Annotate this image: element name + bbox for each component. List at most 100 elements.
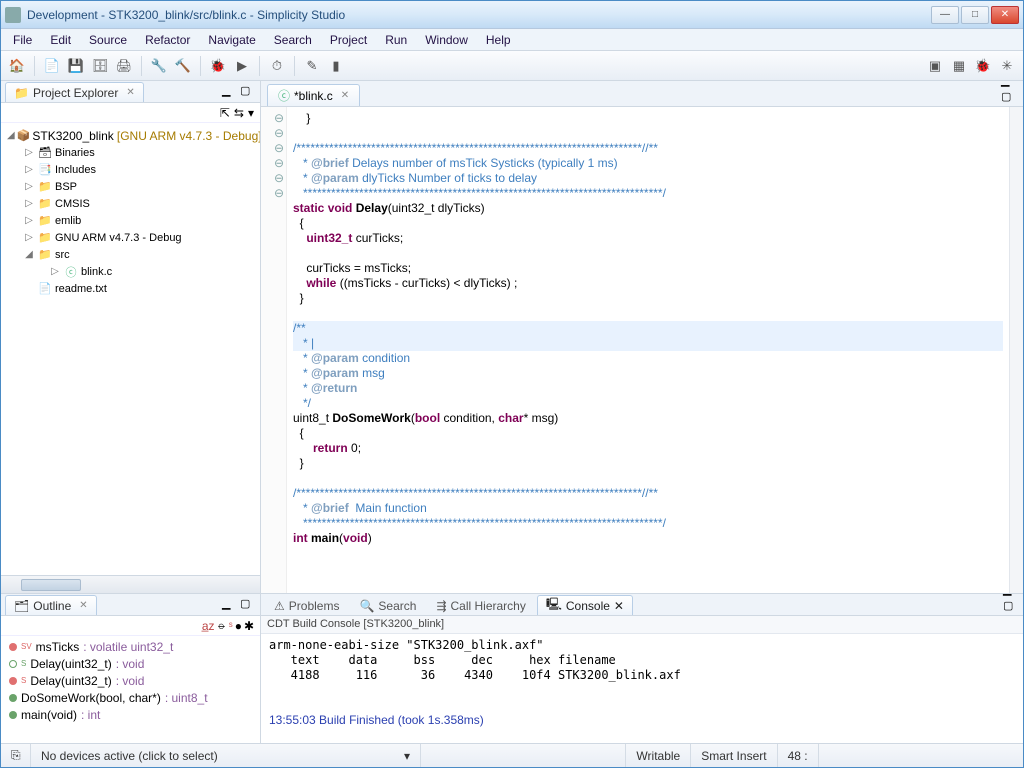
collapse-all-icon[interactable]: ⇱ (220, 106, 230, 120)
folder-icon: 📁 (37, 197, 53, 210)
menu-navigate[interactable]: Navigate (200, 31, 263, 49)
tree-item[interactable]: ▷ⓒblink.c (3, 263, 258, 280)
close-icon[interactable]: ✕ (79, 600, 87, 611)
expand-icon[interactable]: ▷ (49, 266, 61, 277)
tree-item[interactable]: ▷📁CMSIS (3, 195, 258, 212)
filter-icon[interactable]: ✱ (244, 619, 254, 633)
minimize-view-icon[interactable]: ▁ (222, 84, 238, 100)
hide-static-icon[interactable]: ˢ (229, 619, 233, 633)
outline-item[interactable]: main(void) : int (3, 706, 258, 723)
profile-icon[interactable]: ⏱ (267, 56, 287, 76)
status-icon[interactable]: ⎘ (1, 744, 31, 767)
visibility-icon (9, 677, 17, 685)
code-body[interactable]: } /*************************************… (287, 107, 1009, 593)
status-position: 48 : (778, 744, 819, 767)
menu-help[interactable]: Help (478, 31, 519, 49)
expand-icon[interactable]: ▷ (23, 147, 35, 158)
perspective-icon-1[interactable]: ▣ (925, 56, 945, 76)
minimize-editor-icon[interactable]: ▁ (1001, 74, 1017, 90)
maximize-view-icon[interactable]: ▢ (240, 597, 256, 613)
tab-search[interactable]: 🔍Search (350, 595, 425, 615)
print-icon[interactable]: 🖨 (114, 56, 134, 76)
maximize-editor-icon[interactable]: ▢ (1001, 90, 1017, 106)
debug-persp-icon[interactable]: 🐞 (973, 56, 993, 76)
tree-item[interactable]: ▷📑Includes (3, 161, 258, 178)
run-icon[interactable]: ▶ (232, 56, 252, 76)
editor-tab-blink[interactable]: ⓒ *blink.c ✕ (267, 84, 360, 106)
code-editor[interactable]: ⊖⊖⊖⊖⊖⊖ } /******************************… (261, 107, 1023, 593)
overview-ruler[interactable] (1009, 107, 1023, 593)
hide-fields-icon[interactable]: ⦵ (217, 618, 227, 633)
tab-call-hierarchy[interactable]: ⇶Call Hierarchy (427, 595, 534, 615)
folder-icon: 📁 (37, 248, 53, 261)
menu-file[interactable]: File (5, 31, 40, 49)
tab-console[interactable]: 🖳Console✕ (537, 595, 633, 615)
horizontal-scrollbar[interactable] (1, 575, 260, 593)
expand-icon[interactable]: ▷ (23, 164, 35, 175)
tree-item[interactable]: ◢📁src (3, 246, 258, 263)
tree-item[interactable]: ▷📁BSP (3, 178, 258, 195)
maximize-view-icon[interactable]: ▢ (240, 84, 256, 100)
save-all-icon[interactable]: 🗄 (90, 56, 110, 76)
block-icon[interactable]: ▮ (326, 56, 346, 76)
perspective-icon-2[interactable]: ▦ (949, 56, 969, 76)
project-explorer-title: Project Explorer (33, 86, 118, 100)
expand-icon[interactable]: ▷ (23, 181, 35, 192)
close-button[interactable]: ✕ (991, 6, 1019, 24)
sort-az-icon[interactable]: a̲z (202, 619, 215, 633)
outline-item[interactable]: SDelay(uint32_t) : void (3, 655, 258, 672)
tree-item[interactable]: ▷📁GNU ARM v4.7.3 - Debug (3, 229, 258, 246)
close-icon[interactable]: ✕ (614, 599, 624, 613)
hide-nonpublic-icon[interactable]: ● (235, 619, 242, 633)
toggle-icon[interactable]: ✎ (302, 56, 322, 76)
expand-icon[interactable]: ▷ (23, 232, 35, 243)
minimize-button[interactable]: — (931, 6, 959, 24)
outline-item[interactable]: SVmsTicks : volatile uint32_t (3, 638, 258, 655)
tab-problems[interactable]: ⚠Problems (265, 595, 348, 615)
tree-item[interactable]: 📄readme.txt (3, 280, 258, 297)
status-device[interactable]: No devices active (click to select)▾ (31, 744, 421, 767)
menu-source[interactable]: Source (81, 31, 135, 49)
menu-project[interactable]: Project (322, 31, 375, 49)
outline-tab[interactable]: 🗂 Outline ✕ (5, 595, 97, 615)
menu-run[interactable]: Run (377, 31, 415, 49)
hammer-icon[interactable]: 🔨 (173, 56, 193, 76)
build-icon[interactable]: 🔧 (149, 56, 169, 76)
menu-refactor[interactable]: Refactor (137, 31, 198, 49)
collapse-icon[interactable]: ◢ (7, 130, 15, 141)
editor-gutter[interactable]: ⊖⊖⊖⊖⊖⊖ (261, 107, 287, 593)
visibility-icon (9, 694, 17, 702)
menu-search[interactable]: Search (266, 31, 320, 49)
minimize-view-icon[interactable]: ▁ (222, 597, 238, 613)
outline-list[interactable]: SVmsTicks : volatile uint32_tSDelay(uint… (1, 636, 260, 743)
maximize-view-icon[interactable]: ▢ (1003, 599, 1019, 615)
tree-item[interactable]: ▷🗃Binaries (3, 144, 258, 161)
save-icon[interactable]: 💾 (66, 56, 86, 76)
outline-item[interactable]: SDelay(uint32_t) : void (3, 672, 258, 689)
search-icon: 🔍 (359, 599, 374, 613)
expand-icon[interactable]: ▷ (23, 215, 35, 226)
maximize-button[interactable]: □ (961, 6, 989, 24)
home-icon[interactable]: 🏠 (7, 56, 27, 76)
tree-item[interactable]: ▷📁emlib (3, 212, 258, 229)
collapse-icon[interactable]: ◢ (23, 249, 35, 260)
new-icon[interactable]: 📄 (42, 56, 62, 76)
menu-window[interactable]: Window (417, 31, 476, 49)
folder-icon: 📁 (37, 231, 53, 244)
debug-icon[interactable]: 🐞 (208, 56, 228, 76)
outline-item[interactable]: DoSomeWork(bool, char*) : uint8_t (3, 689, 258, 706)
console-output[interactable]: arm-none-eabi-size "STK3200_blink.axf" t… (261, 634, 1023, 743)
close-icon[interactable]: ✕ (341, 90, 349, 101)
expand-icon[interactable]: ▷ (23, 198, 35, 209)
project-tree[interactable]: ◢ 📦 STK3200_blink [GNU ARM v4.7.3 - Debu… (1, 123, 260, 575)
app-window: Development - STK3200_blink/src/blink.c … (0, 0, 1024, 768)
tree-project-root[interactable]: ◢ 📦 STK3200_blink [GNU ARM v4.7.3 - Debu… (3, 127, 258, 144)
close-icon[interactable]: ✕ (126, 87, 134, 98)
chevron-down-icon[interactable]: ▾ (404, 749, 410, 763)
tree-item-label: GNU ARM v4.7.3 - Debug (55, 232, 182, 244)
menu-edit[interactable]: Edit (42, 31, 79, 49)
view-menu-icon[interactable]: ▾ (248, 106, 254, 120)
titlebar[interactable]: Development - STK3200_blink/src/blink.c … (1, 1, 1023, 29)
link-editor-icon[interactable]: ⇆ (234, 106, 244, 120)
project-explorer-tab[interactable]: 📁 Project Explorer ✕ (5, 82, 144, 102)
